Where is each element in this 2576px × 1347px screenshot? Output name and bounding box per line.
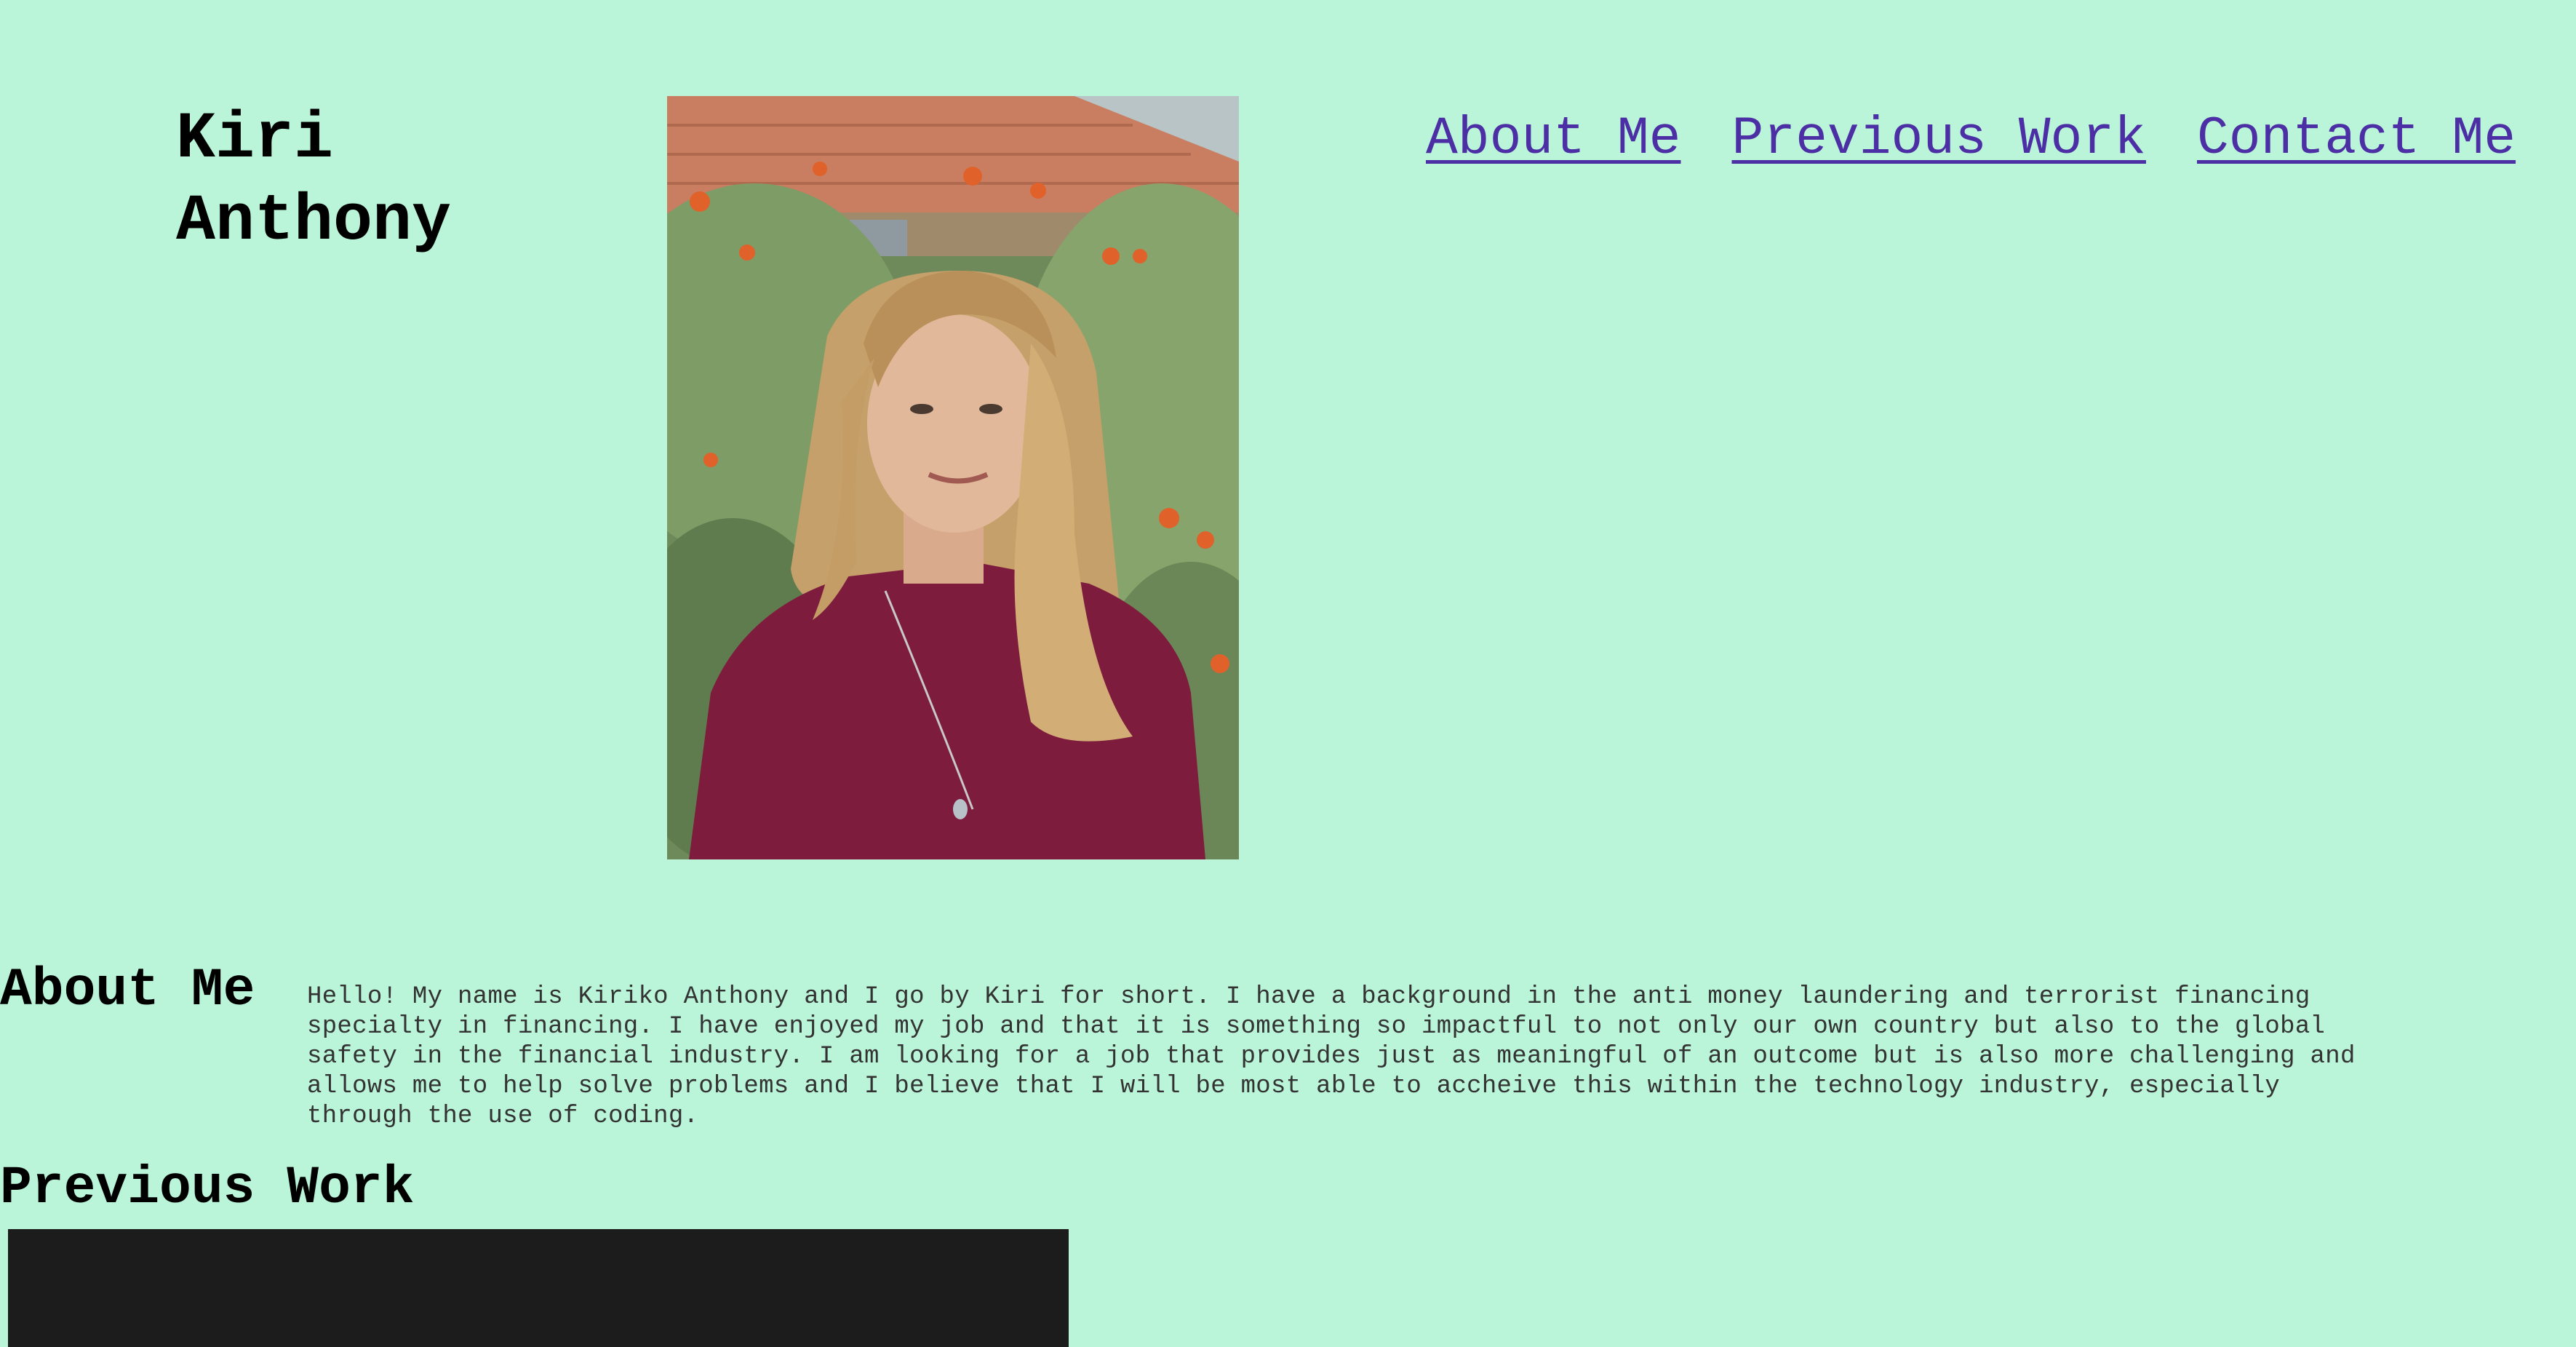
- main-nav: About Me Previous Work Contact Me: [1426, 106, 2516, 172]
- site-title-last-name: Anthony: [176, 185, 452, 259]
- previous-work-preview: [8, 1229, 1069, 1347]
- site-title: Kiri Anthony: [176, 99, 451, 263]
- nav-link-previous-work[interactable]: Previous Work: [1731, 106, 2146, 172]
- portrait-photo: [667, 96, 1239, 859]
- site-title-first-name: Kiri: [176, 103, 334, 177]
- nav-link-about-me[interactable]: About Me: [1426, 106, 1680, 172]
- previous-work-heading: Previous Work: [0, 1158, 415, 1218]
- nav-link-contact-me[interactable]: Contact Me: [2197, 106, 2516, 172]
- about-me-text: Hello! My name is Kiriko Anthony and I g…: [307, 983, 2356, 1130]
- about-me-heading: About Me: [0, 960, 255, 1020]
